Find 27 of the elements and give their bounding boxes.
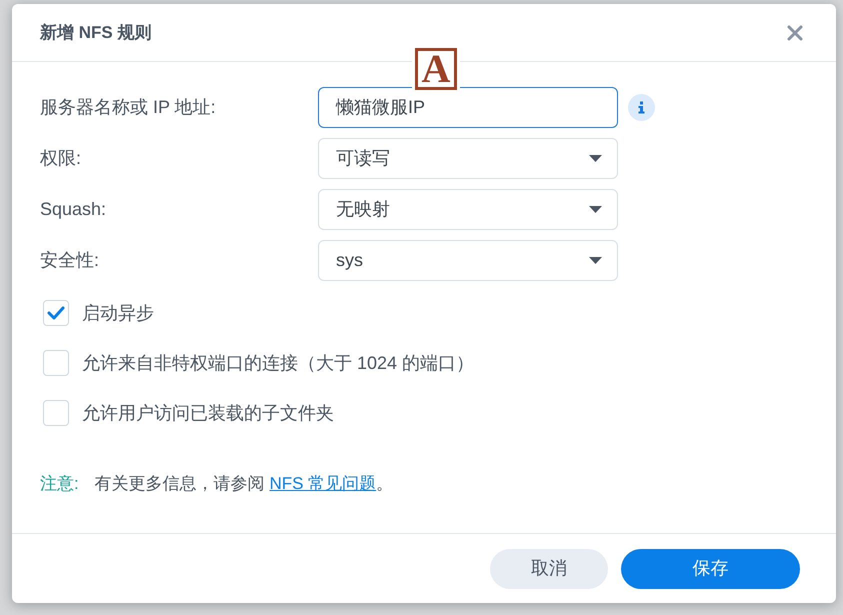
dropdown[interactable]: 无映射 [318, 189, 618, 230]
save-button[interactable]: 保存 [621, 548, 800, 588]
checkbox-label: 允许用户访问已装载的子文件夹 [82, 402, 334, 424]
note-text: 有关更多信息，请参阅 NFS 常见问题。 [94, 473, 394, 496]
caret-icon [589, 257, 602, 264]
dropdown[interactable]: sys [318, 240, 618, 281]
dialog-title: 新增 NFS 规则 [40, 22, 152, 44]
note-label: 注意: [40, 473, 79, 496]
checkbox-label: 启动异步 [82, 302, 154, 324]
dropdown[interactable]: 可读写 [318, 138, 618, 179]
field-label: 权限: [40, 147, 82, 170]
close-icon[interactable] [787, 24, 803, 40]
checkbox-label: 允许来自非特权端口的连接（大于 1024 的端口） [82, 352, 474, 374]
checkbox[interactable] [43, 350, 69, 376]
annotation-marker: A [415, 48, 457, 90]
text-input-field[interactable]: 懒猫微服IP [318, 87, 618, 128]
field-label: Squash: [40, 198, 108, 221]
field-label: 安全性: [40, 249, 100, 272]
cancel-button[interactable]: 取消 [490, 548, 608, 588]
caret-icon [589, 206, 602, 213]
field-label: 服务器名称或 IP 地址: [40, 96, 217, 119]
checkbox[interactable] [43, 300, 69, 326]
faq-link[interactable]: NFS 常见问题 [269, 474, 376, 494]
checkbox[interactable] [43, 400, 69, 426]
info-icon[interactable] [628, 94, 655, 121]
caret-icon [589, 155, 602, 162]
checkmark-icon [47, 306, 65, 320]
